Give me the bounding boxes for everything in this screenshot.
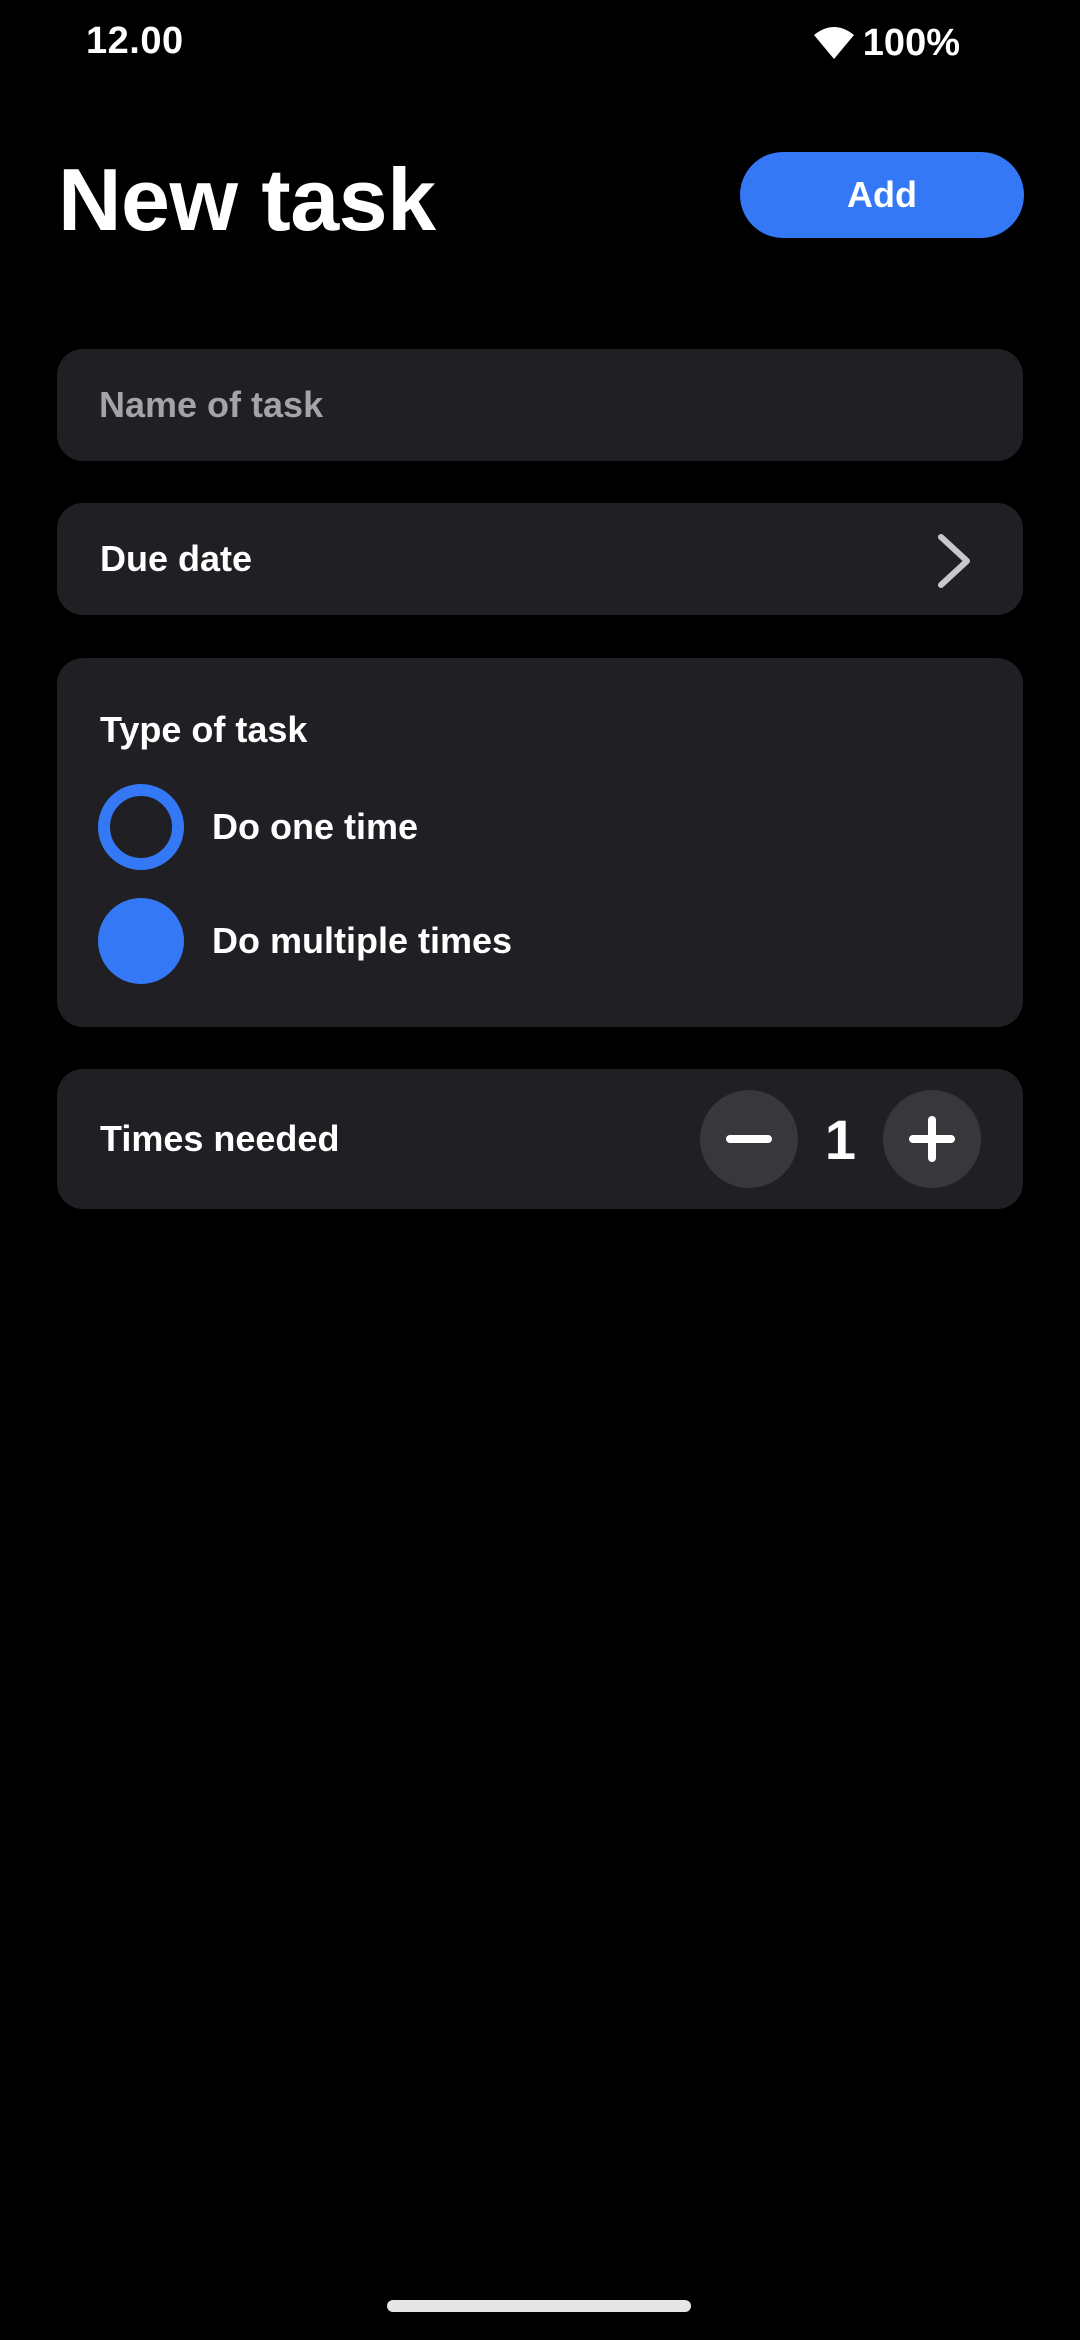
- radio-option-one-time[interactable]: Do one time: [98, 784, 418, 870]
- status-time: 12.00: [86, 20, 184, 62]
- wifi-icon: [813, 25, 855, 61]
- decrement-button[interactable]: [700, 1090, 798, 1188]
- page-title: New task: [58, 150, 436, 249]
- chevron-right-icon: [933, 533, 973, 589]
- due-date-row[interactable]: Due date: [57, 503, 1023, 615]
- task-name-input[interactable]: [99, 349, 979, 461]
- radio-option-multiple-times[interactable]: Do multiple times: [98, 898, 512, 984]
- radio-unselected-icon[interactable]: [98, 784, 184, 870]
- add-button[interactable]: Add: [740, 152, 1024, 238]
- minus-icon: [726, 1135, 772, 1143]
- due-date-label: Due date: [100, 538, 253, 579]
- status-bar: 12.00 100%: [0, 0, 1080, 90]
- increment-button[interactable]: [883, 1090, 981, 1188]
- times-needed-value: 1: [824, 1107, 857, 1171]
- radio-option-label: Do one time: [212, 806, 419, 847]
- times-needed-card: Times needed 1: [57, 1069, 1023, 1209]
- radio-option-label: Do multiple times: [212, 920, 513, 961]
- status-indicators: 100%: [813, 20, 960, 66]
- task-name-card: [57, 349, 1023, 461]
- task-type-card: Type of task Do one time Do multiple tim…: [57, 658, 1023, 1027]
- battery-level: 100%: [862, 21, 960, 64]
- plus-icon: [909, 1116, 955, 1162]
- task-type-title: Type of task: [100, 709, 308, 750]
- home-indicator[interactable]: [387, 2300, 691, 2312]
- times-needed-stepper: 1: [700, 1090, 981, 1188]
- times-needed-label: Times needed: [100, 1118, 340, 1159]
- radio-selected-icon[interactable]: [98, 898, 184, 984]
